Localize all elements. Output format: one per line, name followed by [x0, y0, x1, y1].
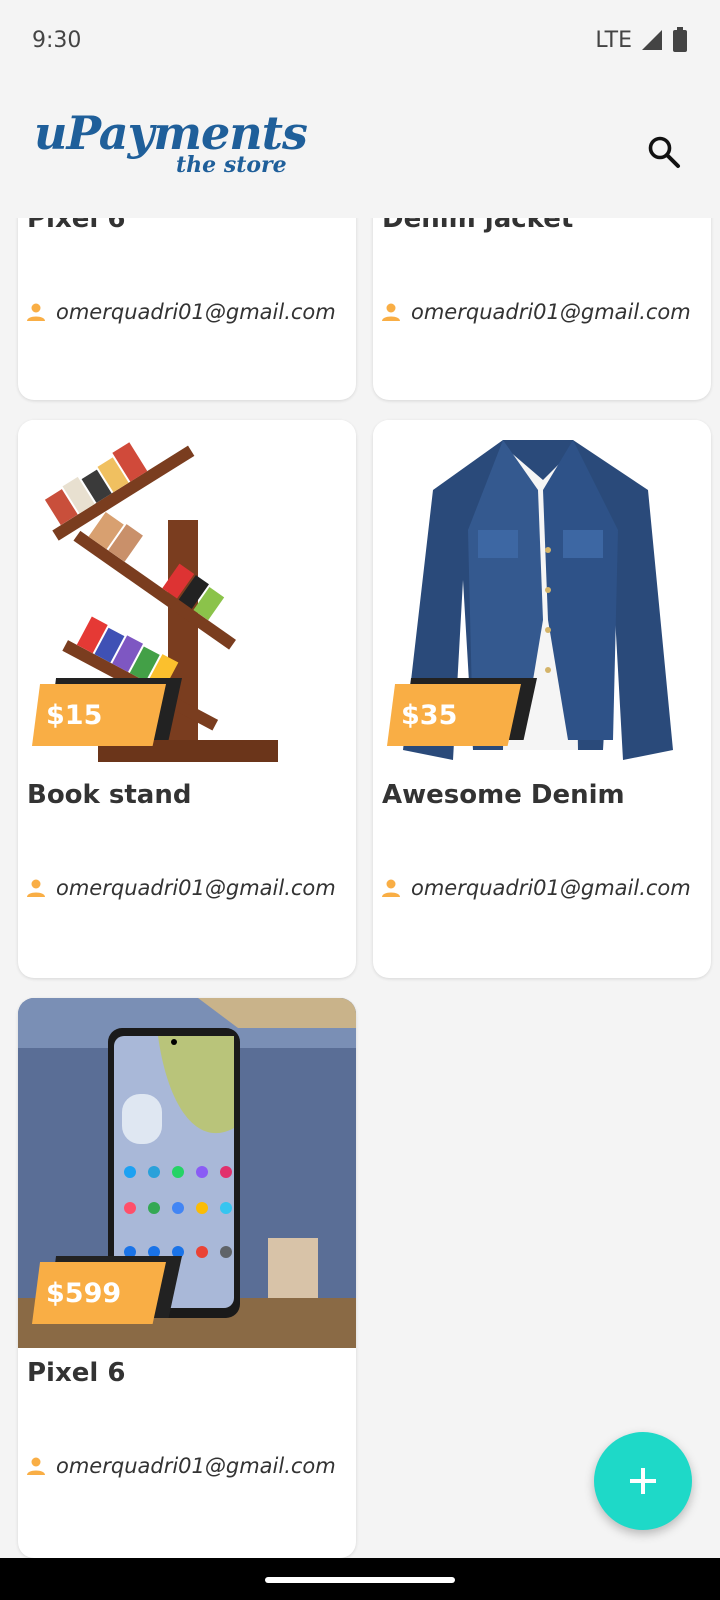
person-icon — [27, 879, 45, 897]
app-logo: uPayments the store — [34, 106, 308, 176]
product-owner: omerquadri01@gmail.com — [381, 876, 691, 900]
app-header: uPayments the store — [0, 80, 720, 218]
owner-email: omerquadri01@gmail.com — [411, 876, 691, 900]
person-icon — [27, 1457, 45, 1475]
home-gesture-handle[interactable] — [265, 1577, 455, 1583]
owner-email: omerquadri01@gmail.com — [56, 876, 336, 900]
person-icon — [382, 303, 400, 321]
person-icon — [27, 303, 45, 321]
system-nav-bar — [0, 1558, 720, 1600]
product-image: $599 — [18, 998, 356, 1348]
product-image: $35 — [373, 420, 711, 770]
status-icons: LTE — [595, 27, 688, 53]
status-bar: 9:30 LTE — [0, 0, 720, 80]
status-time: 9:30 — [32, 27, 82, 53]
price-tag: $15 — [32, 684, 166, 746]
product-card[interactable]: $599 Pixel 6 omerquadri01@gmail.com — [18, 998, 356, 1558]
add-product-button[interactable] — [594, 1432, 692, 1530]
product-owner: omerquadri01@gmail.com — [26, 300, 336, 324]
product-owner: omerquadri01@gmail.com — [381, 300, 691, 324]
owner-email: omerquadri01@gmail.com — [411, 300, 691, 324]
product-title: Book stand — [27, 780, 192, 810]
product-card[interactable]: Pixel 6 omerquadri01@gmail.com — [18, 218, 356, 400]
battery-icon — [673, 27, 687, 52]
owner-email: omerquadri01@gmail.com — [56, 1454, 336, 1478]
product-grid[interactable]: Pixel 6 omerquadri01@gmail.com Denim jac… — [0, 218, 720, 1558]
product-title: Denim jacket — [382, 218, 574, 234]
search-icon — [648, 136, 680, 168]
product-card[interactable]: $15 Book stand omerquadri01@gmail.com — [18, 420, 356, 978]
product-owner: omerquadri01@gmail.com — [26, 1454, 336, 1478]
price-tag: $35 — [387, 684, 521, 746]
search-button[interactable] — [642, 130, 686, 174]
product-title: Pixel 6 — [27, 1358, 126, 1388]
product-card[interactable]: Denim jacket omerquadri01@gmail.com — [373, 218, 711, 400]
person-icon — [382, 879, 400, 897]
signal-icon — [642, 30, 662, 50]
product-owner: omerquadri01@gmail.com — [26, 876, 336, 900]
product-title: Pixel 6 — [27, 218, 126, 234]
product-card[interactable]: $35 Awesome Denim omerquadri01@gmail.com — [373, 420, 711, 978]
product-image: $15 — [18, 420, 356, 770]
price-tag: $599 — [32, 1262, 166, 1324]
owner-email: omerquadri01@gmail.com — [56, 300, 336, 324]
logo-main-text: uPayments — [34, 106, 308, 160]
product-title: Awesome Denim — [382, 780, 625, 810]
network-label: LTE — [595, 27, 632, 53]
plus-icon — [630, 1468, 656, 1494]
